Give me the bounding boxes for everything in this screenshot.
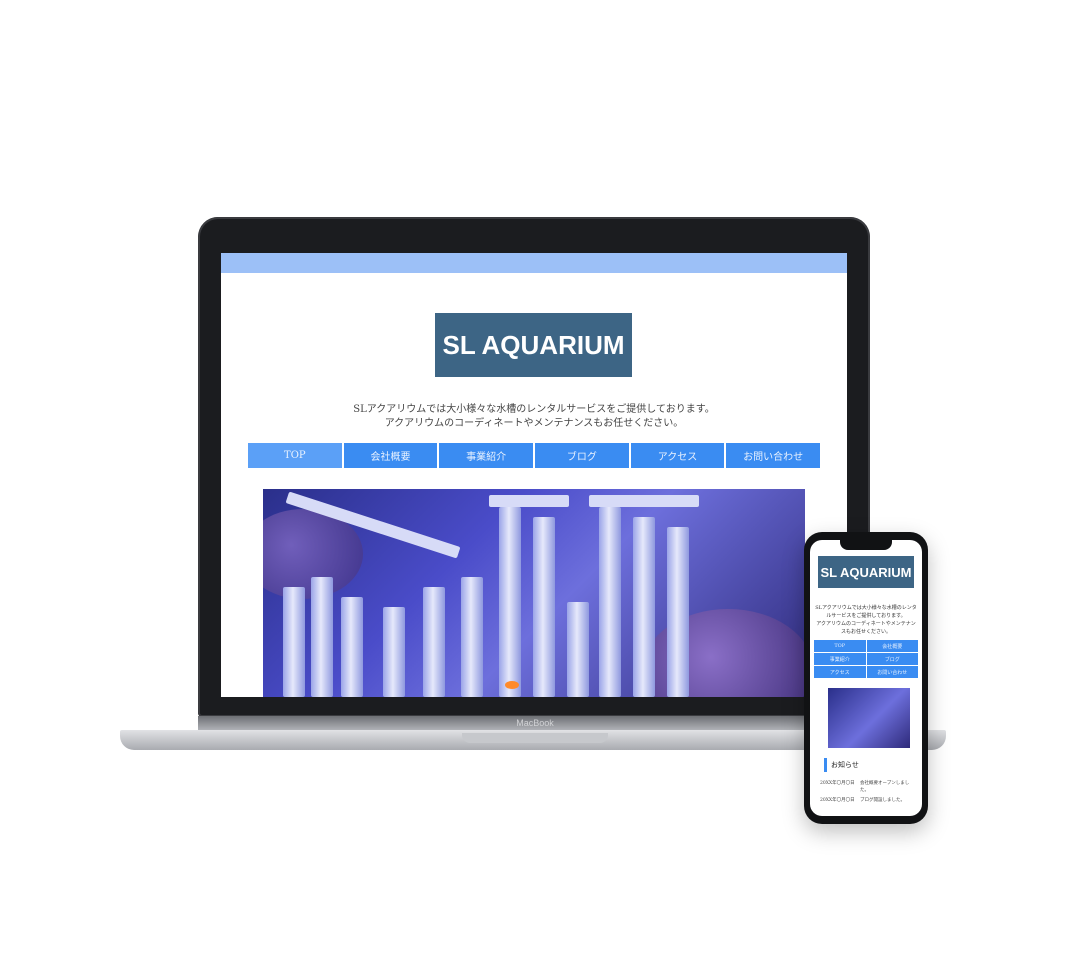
hero-column bbox=[633, 517, 655, 697]
mobile-intro-line-1: SLアクアリウムでは大小様々な水槽のレンタルサービスをご提供しております。 bbox=[815, 605, 917, 619]
nav-services[interactable]: 事業紹介 bbox=[439, 443, 534, 468]
laptop-brand-label: MacBook bbox=[516, 718, 554, 728]
site-logo[interactable]: SL AQUARIUM bbox=[435, 313, 632, 377]
news-text: 会社概要オープンしました。 bbox=[860, 781, 910, 793]
hero-column bbox=[341, 597, 363, 697]
news-item[interactable]: 20XX年〇月〇日 会社概要オープンしました。 bbox=[820, 780, 916, 794]
laptop-base-notch bbox=[462, 733, 608, 743]
phone-mockup: SL AQUARIUM SLアクアリウムでは大小様々な水槽のレンタルサービスをご… bbox=[804, 532, 928, 824]
mobile-intro-line-2: アクアリウムのコーディネートやメンテナンスもお任せください。 bbox=[816, 621, 916, 635]
mobile-nav-contact[interactable]: お問い合わせ bbox=[866, 666, 918, 678]
news-item[interactable]: 20XX年〇月〇日 ブログ開設しました。 bbox=[820, 797, 916, 804]
hero-column bbox=[283, 587, 305, 697]
hero-capital bbox=[489, 495, 569, 507]
mobile-hero-image bbox=[828, 688, 910, 748]
nav-company[interactable]: 会社概要 bbox=[343, 443, 438, 468]
news-date: 20XX年〇月〇日 bbox=[820, 781, 855, 786]
mobile-news-heading: お知らせ bbox=[824, 758, 921, 772]
mobile-intro-text: SLアクアリウムでは大小様々な水槽のレンタルサービスをご提供しております。 アク… bbox=[814, 604, 918, 636]
nav-top[interactable]: TOP bbox=[248, 443, 342, 468]
mobile-nav: TOP 会社概要 事業紹介 ブログ アクセス お問い合わせ bbox=[814, 640, 918, 678]
intro-line-2: アクアリウムのコーディネートやメンテナンスもお任せください。 bbox=[384, 418, 684, 429]
hero-fish bbox=[505, 681, 519, 689]
mobile-nav-access[interactable]: アクセス bbox=[814, 666, 866, 678]
nav-blog[interactable]: ブログ bbox=[535, 443, 629, 468]
hero-column bbox=[499, 507, 521, 697]
phone-notch bbox=[840, 540, 892, 550]
hero-capital bbox=[589, 495, 699, 507]
main-nav: TOP 会社概要 事業紹介 ブログ アクセス お問い合わせ bbox=[248, 443, 821, 468]
hero-column bbox=[599, 507, 621, 697]
hero-column bbox=[461, 577, 483, 697]
news-text: ブログ開設しました。 bbox=[860, 798, 905, 803]
nav-contact[interactable]: お問い合わせ bbox=[726, 443, 821, 468]
hero-column bbox=[533, 517, 555, 697]
phone-screen: SL AQUARIUM SLアクアリウムでは大小様々な水槽のレンタルサービスをご… bbox=[810, 540, 922, 816]
nav-access[interactable]: アクセス bbox=[630, 443, 725, 468]
news-date: 20XX年〇月〇日 bbox=[820, 798, 855, 803]
laptop-screen: SL AQUARIUM SLアクアリウムでは大小様々な水槽のレンタルサービスをご… bbox=[221, 253, 847, 697]
hero-aquarium-image bbox=[263, 489, 805, 697]
hero-column bbox=[567, 602, 589, 697]
mobile-site-logo[interactable]: SL AQUARIUM bbox=[818, 556, 914, 588]
top-strip bbox=[221, 253, 847, 273]
mobile-news-list: 20XX年〇月〇日 会社概要オープンしました。 20XX年〇月〇日 ブログ開設し… bbox=[820, 780, 916, 807]
mobile-nav-services[interactable]: 事業紹介 bbox=[814, 653, 866, 665]
hero-column bbox=[667, 527, 689, 697]
mobile-nav-blog[interactable]: ブログ bbox=[866, 653, 918, 665]
mobile-nav-top[interactable]: TOP bbox=[814, 640, 866, 652]
intro-text: SLアクアリウムでは大小様々な水槽のレンタルサービスをご提供しております。 アク… bbox=[261, 403, 807, 431]
mobile-nav-company[interactable]: 会社概要 bbox=[866, 640, 918, 652]
hero-column bbox=[311, 577, 333, 697]
intro-line-1: SLアクアリウムでは大小様々な水槽のレンタルサービスをご提供しております。 bbox=[353, 404, 715, 415]
hero-column bbox=[423, 587, 445, 697]
hero-column bbox=[383, 607, 405, 697]
